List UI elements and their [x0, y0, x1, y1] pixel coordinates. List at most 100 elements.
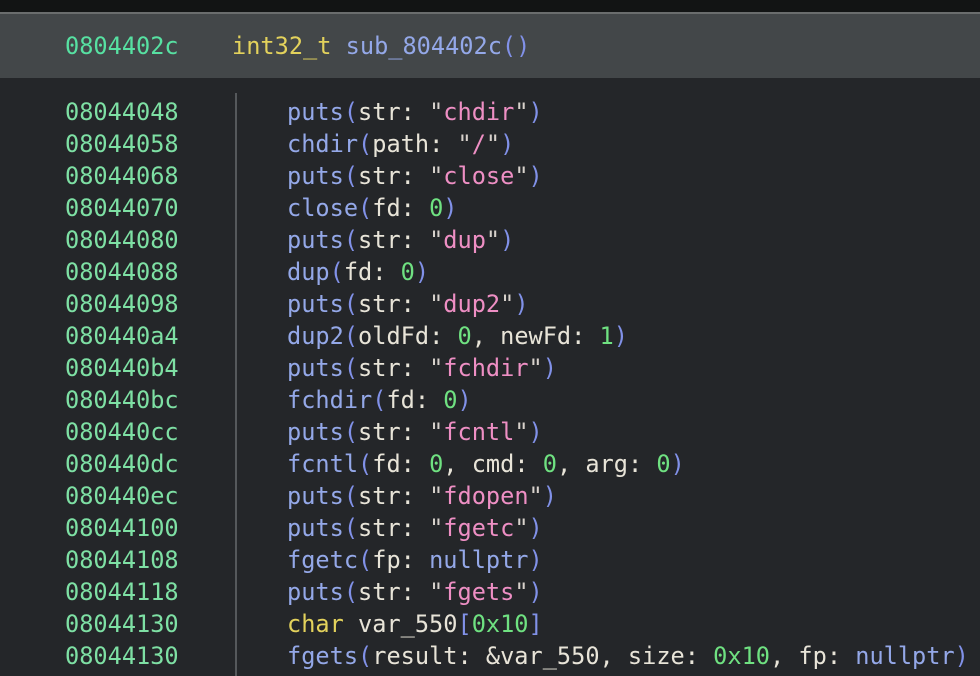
line-code[interactable]: puts(str: "fdopen") [287, 480, 557, 512]
line-code[interactable]: chdir(path: "/") [287, 128, 514, 160]
line-address[interactable]: 080440bc [65, 384, 179, 416]
token-pn: ( [344, 162, 358, 190]
token-pn: ) [671, 450, 685, 478]
line-address[interactable]: 08044118 [65, 576, 179, 608]
code-listing[interactable]: 08044048 puts(str: "chdir") 08044058 chdir(… [0, 78, 980, 676]
code-line[interactable]: 080440dc fcntl(fd: 0, cmd: 0, arg: 0) [0, 448, 980, 480]
token-pn: ) [543, 354, 557, 382]
code-line[interactable]: 08044130 char var_550[0x10] [0, 608, 980, 640]
line-code[interactable]: close(fd: 0) [287, 192, 458, 224]
token-num: 0 [429, 450, 443, 478]
line-address[interactable]: 08044048 [65, 96, 179, 128]
line-address[interactable]: 08044080 [65, 224, 179, 256]
line-address[interactable]: 080440ec [65, 480, 179, 512]
token-pl: , fp: [770, 642, 855, 670]
token-pn: ) [415, 258, 429, 286]
token-fn: puts [287, 290, 344, 318]
code-line[interactable]: 08044130 fgets(result: &var_550, size: 0x… [0, 640, 980, 672]
line-address[interactable]: 08044068 [65, 160, 179, 192]
token-pl: fp: [372, 546, 429, 574]
token-qt: " [429, 290, 443, 318]
line-code[interactable]: fcntl(fd: 0, cmd: 0, arg: 0) [287, 448, 685, 480]
token-pn: ) [500, 226, 514, 254]
token-qt: " [500, 290, 514, 318]
token-fn: dup2 [287, 322, 344, 350]
token-fn: puts [287, 578, 344, 606]
line-address[interactable]: 08044100 [65, 512, 179, 544]
token-qt: " [457, 130, 471, 158]
code-lines: 08044048 puts(str: "chdir") 08044058 chdir(… [0, 96, 980, 672]
code-line[interactable]: 080440bc fchdir(fd: 0) [0, 384, 980, 416]
token-kw: int32_t [232, 32, 331, 60]
token-pn: ) [500, 130, 514, 158]
function-address[interactable]: 0804402c [65, 14, 179, 78]
token-qt: " [486, 130, 500, 158]
line-address[interactable]: 08044058 [65, 128, 179, 160]
token-pl: str: [358, 290, 429, 318]
line-code[interactable]: dup(fd: 0) [287, 256, 429, 288]
code-line[interactable]: 08044068 puts(str: "close") [0, 160, 980, 192]
line-code[interactable]: puts(str: "dup2") [287, 288, 529, 320]
token-pl: fd: [344, 258, 401, 286]
token-pl: str: [358, 162, 429, 190]
code-line[interactable]: 08044080 puts(str: "dup") [0, 224, 980, 256]
token-pl: , cmd: [443, 450, 542, 478]
line-code[interactable]: fgetc(fp: nullptr) [287, 544, 543, 576]
line-code[interactable]: puts(str: "fcntl") [287, 416, 543, 448]
line-address[interactable]: 080440b4 [65, 352, 179, 384]
code-line[interactable]: 08044098 puts(str: "dup2") [0, 288, 980, 320]
token-num: 0 [429, 194, 443, 222]
top-bar [0, 0, 980, 12]
token-pn: ) [443, 194, 457, 222]
token-pn: ( [344, 322, 358, 350]
line-code[interactable]: char var_550[0x10] [287, 608, 543, 640]
line-address[interactable]: 08044130 [65, 640, 179, 672]
code-line[interactable]: 08044100 puts(str: "fgetc") [0, 512, 980, 544]
code-line[interactable]: 08044088 dup(fd: 0) [0, 256, 980, 288]
line-code[interactable]: puts(str: "fgetc") [287, 512, 543, 544]
token-pn: ( [358, 642, 372, 670]
token-pn: ( [344, 514, 358, 542]
code-line[interactable]: 080440cc puts(str: "fcntl") [0, 416, 980, 448]
code-line[interactable]: 080440b4 puts(str: "fchdir") [0, 352, 980, 384]
token-qt: " [514, 98, 528, 126]
code-line[interactable]: 080440ec puts(str: "fdopen") [0, 480, 980, 512]
token-qt: " [514, 418, 528, 446]
code-line[interactable]: 080440a4 dup2(oldFd: 0, newFd: 1) [0, 320, 980, 352]
code-line[interactable]: 08044118 puts(str: "fgets") [0, 576, 980, 608]
token-fn: puts [287, 162, 344, 190]
token-str: fchdir [443, 354, 528, 382]
line-code[interactable]: fchdir(fd: 0) [287, 384, 472, 416]
line-address[interactable]: 08044070 [65, 192, 179, 224]
line-code[interactable]: puts(str: "fgets") [287, 576, 543, 608]
line-code[interactable]: dup2(oldFd: 0, newFd: 1) [287, 320, 628, 352]
token-pn: ) [529, 418, 543, 446]
token-str: dup2 [443, 290, 500, 318]
token-num: 0 [543, 450, 557, 478]
line-code[interactable]: puts(str: "dup") [287, 224, 514, 256]
token-str: dup [443, 226, 486, 254]
token-fn: dup [287, 258, 330, 286]
line-code[interactable]: puts(str: "fchdir") [287, 352, 557, 384]
code-line[interactable]: 08044048 puts(str: "chdir") [0, 96, 980, 128]
code-line[interactable]: 08044070 close(fd: 0) [0, 192, 980, 224]
line-address[interactable]: 08044108 [65, 544, 179, 576]
token-pn: ] [529, 610, 543, 638]
code-line[interactable]: 08044058 chdir(path: "/") [0, 128, 980, 160]
line-address[interactable]: 08044098 [65, 288, 179, 320]
function-signature[interactable]: int32_t sub_804402c() [232, 14, 530, 78]
function-header[interactable]: 0804402c int32_t sub_804402c() [0, 12, 980, 78]
line-address[interactable]: 080440cc [65, 416, 179, 448]
line-address[interactable]: 080440dc [65, 448, 179, 480]
token-pl: fd: [386, 386, 443, 414]
line-address[interactable]: 08044088 [65, 256, 179, 288]
line-code[interactable]: puts(str: "chdir") [287, 96, 543, 128]
line-code[interactable]: fgets(result: &var_550, size: 0x10, fp: … [287, 640, 969, 672]
code-line[interactable]: 08044108 fgetc(fp: nullptr) [0, 544, 980, 576]
line-address[interactable]: 08044130 [65, 608, 179, 640]
token-fn: nullptr [429, 546, 528, 574]
token-pn: ) [543, 482, 557, 510]
line-address[interactable]: 080440a4 [65, 320, 179, 352]
line-code[interactable]: puts(str: "close") [287, 160, 543, 192]
token-pn: () [502, 32, 530, 60]
